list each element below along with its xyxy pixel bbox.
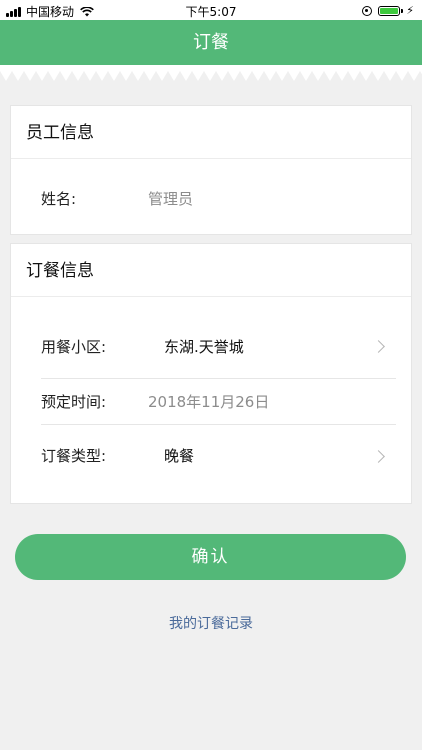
community-label: 用餐小区: [41,338,107,356]
booking-time-label: 预定时间: [41,393,107,411]
community-row[interactable]: 用餐小区: 东湖.天誉城 [11,297,411,377]
confirm-button[interactable]: 确认 [15,534,406,580]
nav-bar: 订餐 [0,20,422,65]
booking-time-row[interactable]: 预定时间: 2018年11月26日 [11,379,411,424]
order-card-title: 订餐信息 [11,244,411,297]
name-label: 姓名: [41,190,77,208]
chevron-right-icon [372,450,385,463]
battery-tip [401,8,404,13]
meal-type-value: 晚餐 [164,447,195,465]
order-history-link[interactable]: 我的订餐记录 [0,613,422,633]
page-title: 订餐 [193,32,229,53]
community-value: 东湖.天誉城 [164,338,244,356]
name-row: 姓名: 管理员 [11,159,411,235]
orientation-lock-icon [362,5,373,16]
employee-card-title: 员工信息 [11,106,411,159]
zigzag-divider [0,65,422,93]
status-time: 下午5:07 [185,5,237,19]
charging-icon: ⚡ [406,4,414,17]
name-value: 管理员 [148,190,194,208]
employee-info-card: 员工信息 姓名: 管理员 [10,105,412,235]
chevron-right-icon [372,340,385,353]
status-bar: 中国移动 下午5:07 ⚡ [0,0,422,20]
battery-icon [378,5,401,16]
booking-time-value: 2018年11月26日 [148,393,270,411]
order-info-card: 订餐信息 用餐小区: 东湖.天誉城 预定时间: 2018年11月26日 订餐类型… [10,243,412,504]
status-right: ⚡ [362,4,414,17]
meal-type-label: 订餐类型: [41,447,107,465]
meal-type-row[interactable]: 订餐类型: 晚餐 [11,425,411,495]
